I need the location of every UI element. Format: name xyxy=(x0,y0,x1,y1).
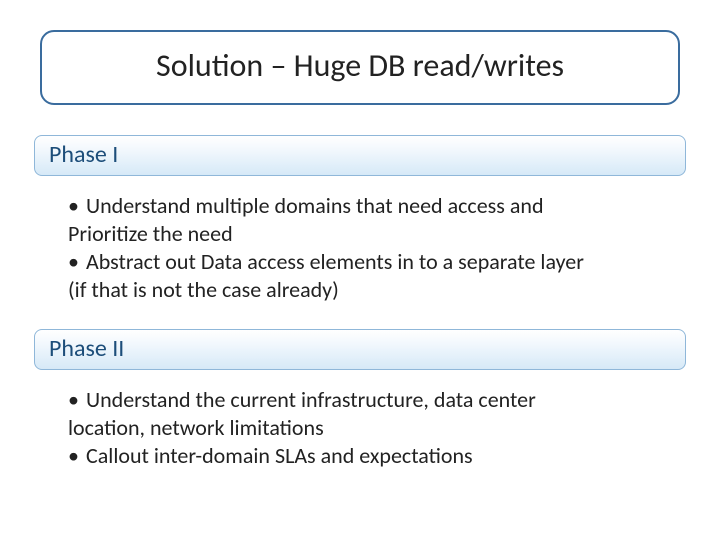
bullet-icon: • xyxy=(68,248,86,276)
section-body-phase-1: • Understand multiple domains that need … xyxy=(68,192,670,305)
list-item: • Understand the current infrastructure,… xyxy=(68,386,670,414)
bullet-continuation: Prioritize the need xyxy=(68,220,670,248)
bullet-icon: • xyxy=(68,442,86,470)
bullet-text: Callout inter-domain SLAs and expectatio… xyxy=(86,442,670,470)
bullet-icon: • xyxy=(68,192,86,220)
section-header-phase-1: Phase I xyxy=(34,135,686,176)
slide-title: Solution – Huge DB read/writes xyxy=(62,46,658,85)
bullet-text: Understand multiple domains that need ac… xyxy=(86,192,670,220)
bullet-icon: • xyxy=(68,386,86,414)
slide: Solution – Huge DB read/writes Phase I •… xyxy=(0,0,720,540)
bullet-text: Understand the current infrastructure, d… xyxy=(86,386,670,414)
section-body-phase-2: • Understand the current infrastructure,… xyxy=(68,386,670,470)
list-item: • Callout inter-domain SLAs and expectat… xyxy=(68,442,670,470)
bullet-continuation: location, network limitations xyxy=(68,414,670,442)
section-header-phase-2: Phase II xyxy=(34,329,686,370)
list-item: • Abstract out Data access elements in t… xyxy=(68,248,670,276)
title-box: Solution – Huge DB read/writes xyxy=(40,30,680,105)
list-item: • Understand multiple domains that need … xyxy=(68,192,670,220)
bullet-continuation: (if that is not the case already) xyxy=(68,276,670,304)
bullet-text: Abstract out Data access elements in to … xyxy=(86,248,670,276)
